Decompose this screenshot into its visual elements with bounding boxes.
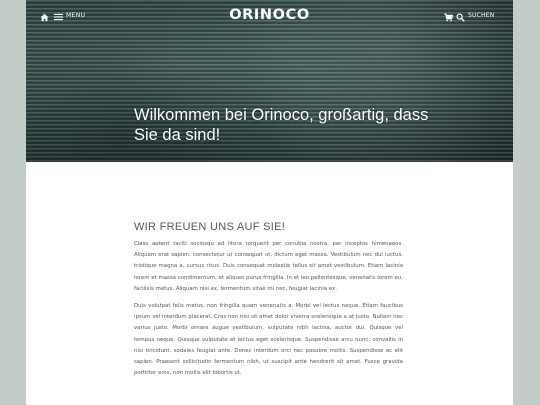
search-label[interactable]: SUCHEN: [468, 12, 494, 19]
page-container: MENU ORINOCO SUCHEN Wilkommen bei Orinoc…: [26, 0, 513, 405]
top-navigation: MENU ORINOCO SUCHEN: [26, 0, 513, 34]
hero-title: Wilkommen bei Orinoco, großartig, dass S…: [134, 106, 429, 144]
site-logo[interactable]: ORINOCO: [26, 7, 513, 23]
paragraph: Class aptent taciti sociosqu ad litora t…: [134, 241, 403, 292]
cart-icon[interactable]: [444, 13, 453, 22]
hero-banner: MENU ORINOCO SUCHEN Wilkommen bei Orinoc…: [26, 0, 513, 162]
section-heading: WIR FREUEN UNS AUF SIE!: [134, 221, 286, 233]
search-icon[interactable]: [456, 13, 465, 22]
paragraph: Duis volutpat felis metus, non fringilla…: [134, 303, 403, 377]
main-content: WIR FREUEN UNS AUF SIE! Class aptent tac…: [134, 221, 403, 385]
